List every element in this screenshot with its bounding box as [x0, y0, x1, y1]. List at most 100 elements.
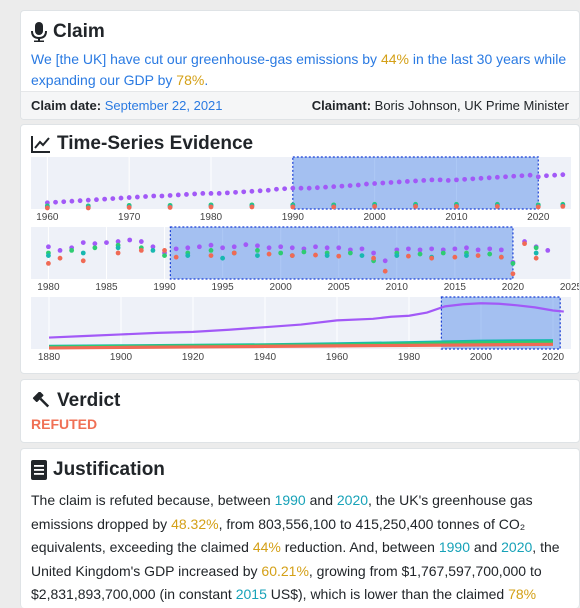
data-point-red — [290, 204, 296, 210]
data-point-purple — [478, 175, 484, 181]
data-point-purple — [167, 193, 173, 198]
data-point-red — [313, 252, 318, 258]
text-run: and — [470, 539, 502, 555]
claimant-label: Claimant: — [311, 98, 372, 113]
verdict-card: Verdict REFUTED — [20, 379, 580, 443]
data-point-red — [44, 205, 50, 211]
data-point-purple — [184, 192, 189, 197]
x-tick-label: 1980 — [200, 212, 223, 223]
claim-text: We [the UK] have cut our greenhouse-gas … — [21, 43, 579, 91]
data-point-red — [522, 241, 527, 247]
x-tick-label: 1900 — [110, 352, 133, 363]
data-point-purple — [336, 245, 342, 251]
data-point-purple — [290, 185, 296, 191]
microphone-icon — [31, 22, 47, 42]
data-point-teal — [115, 245, 121, 251]
data-point-purple — [382, 258, 388, 264]
data-point-purple — [413, 178, 418, 184]
verdict-value: REFUTED — [31, 416, 98, 432]
data-point-red — [452, 254, 458, 260]
data-point-purple — [243, 242, 249, 248]
x-tick-label: 1960 — [36, 212, 59, 223]
highlighted-value: 2020 — [501, 539, 533, 555]
data-point-purple — [53, 199, 58, 205]
x-tick-label: 1970 — [118, 212, 141, 223]
highlighted-value: 2015 — [235, 586, 267, 602]
data-point-purple — [511, 173, 517, 179]
verdict-heading-row: Verdict — [21, 380, 579, 412]
data-point-purple — [417, 247, 423, 253]
x-tick-label: 2015 — [444, 282, 467, 293]
x-tick-label: 1995 — [211, 282, 234, 293]
data-point-purple — [208, 191, 214, 196]
data-point-purple — [85, 197, 91, 203]
x-tick-label: 2000 — [364, 212, 387, 223]
data-point-purple — [388, 180, 394, 185]
x-tick-label: 1985 — [95, 282, 118, 293]
x-tick-label: 1980 — [398, 352, 421, 363]
data-point-purple — [266, 245, 272, 251]
data-point-purple — [298, 185, 304, 191]
data-point-purple — [306, 185, 312, 191]
data-point-purple — [185, 245, 191, 251]
data-point-teal — [80, 250, 86, 256]
data-point-purple — [77, 198, 83, 204]
data-point-red — [85, 205, 91, 211]
x-tick-label: 2025 — [560, 282, 580, 293]
highlight-range — [169, 226, 514, 280]
evidence-charts[interactable]: 1960 1970 1980 1990 2000 2010 2020 1980 1985 1990… — [21, 155, 580, 374]
data-point-red — [208, 253, 214, 258]
data-point-teal — [324, 253, 330, 258]
claim-meta-bar: Claim date: September 22, 2021 Claimant:… — [21, 91, 579, 119]
data-point-purple — [257, 188, 263, 194]
document-icon — [31, 460, 47, 480]
data-point-purple — [159, 193, 165, 199]
text-run: . — [204, 72, 209, 88]
data-point-purple — [347, 183, 353, 188]
data-point-purple — [324, 245, 330, 251]
data-point-purple — [380, 180, 386, 186]
claimant: Claimant: Boris Johnson, UK Prime Minist… — [312, 98, 569, 113]
claim-card: Claim We [the UK] have cut our greenhous… — [20, 10, 580, 120]
data-point-purple — [92, 241, 98, 247]
data-point-green — [440, 250, 446, 256]
data-point-teal — [255, 253, 260, 258]
data-point-purple — [233, 189, 238, 195]
fact-check-panel: Claim We [the UK] have cut our greenhous… — [20, 10, 580, 608]
data-point-purple — [404, 179, 410, 184]
data-point-teal — [394, 253, 400, 258]
data-point-green — [162, 253, 167, 258]
data-point-purple — [464, 245, 469, 251]
data-point-green — [301, 249, 307, 255]
data-point-purple — [429, 246, 435, 252]
data-point-red — [231, 250, 237, 256]
data-point-red — [494, 204, 500, 209]
data-point-red — [475, 253, 481, 258]
line-chart-icon — [31, 135, 51, 153]
x-tick-label: 2020 — [542, 352, 565, 363]
data-point-purple — [519, 173, 525, 179]
data-point-purple — [249, 188, 255, 194]
data-point-purple — [220, 245, 226, 251]
data-point-red — [289, 253, 295, 258]
data-point-purple — [486, 175, 492, 181]
x-tick-label: 2000 — [470, 352, 493, 363]
data-point-red — [46, 261, 51, 266]
data-point-purple — [196, 244, 202, 250]
data-point-purple — [359, 246, 365, 252]
highlighted-value: 48.32% — [171, 515, 219, 532]
x-tick-label: 1960 — [326, 352, 349, 363]
justification-heading-row: Justification — [21, 449, 579, 481]
data-point-purple — [151, 193, 157, 199]
highlighted-value: 44% — [380, 51, 409, 67]
data-point-purple — [498, 247, 504, 253]
claim-heading-row: Claim — [21, 11, 579, 43]
data-point-purple — [282, 186, 288, 192]
data-point-purple — [544, 173, 549, 179]
data-point-teal — [46, 253, 51, 258]
data-point-purple — [138, 239, 144, 244]
data-point-purple — [339, 183, 345, 189]
data-point-purple — [503, 174, 508, 180]
x-tick-label: 1990 — [282, 212, 305, 223]
data-point-red — [57, 255, 63, 261]
